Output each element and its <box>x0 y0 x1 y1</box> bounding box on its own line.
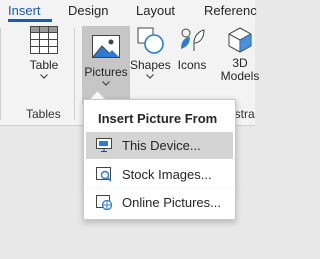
icons-button-label: Icons <box>177 58 207 72</box>
shapes-button[interactable]: Shapes <box>130 25 171 103</box>
group-separator <box>74 28 75 120</box>
menu-item-this-device[interactable]: This Device... <box>86 132 233 159</box>
device-icon <box>96 138 112 152</box>
shapes-button-label: Shapes <box>130 58 171 72</box>
ribbon-tabs: Insert Design Layout Referenc <box>0 0 257 22</box>
tab-insert[interactable]: Insert <box>8 3 41 18</box>
table-button[interactable]: Table <box>18 25 70 103</box>
online-pictures-icon <box>96 195 113 210</box>
chevron-down-icon <box>102 81 110 86</box>
menu-item-label: This Device... <box>122 138 201 153</box>
3d-models-button[interactable]: 3D Models <box>216 25 264 103</box>
group-separator <box>0 28 1 120</box>
menu-item-label: Online Pictures... <box>122 195 221 210</box>
table-button-label: Table <box>29 58 59 72</box>
tab-design[interactable]: Design <box>68 3 108 18</box>
shapes-icon <box>137 27 164 54</box>
chevron-down-icon <box>40 74 48 79</box>
icons-icon <box>181 28 205 51</box>
pictures-button-label: Pictures <box>84 65 128 79</box>
table-icon <box>30 26 58 54</box>
insert-picture-menu: Insert Picture From This Device... Stock… <box>83 99 236 191</box>
pictures-button[interactable]: Pictures <box>82 26 130 104</box>
insert-picture-menu-lower: Online Pictures... <box>83 189 236 220</box>
tab-layout[interactable]: Layout <box>136 3 175 18</box>
stock-images-icon <box>96 167 112 182</box>
tables-group-label: Tables <box>26 107 61 121</box>
3d-models-label-line2: Models <box>220 69 260 83</box>
pictures-icon <box>92 35 120 58</box>
tab-references[interactable]: Referenc <box>204 3 257 18</box>
3d-cube-icon <box>228 27 252 53</box>
chevron-down-icon <box>146 74 154 79</box>
menu-item-label: Stock Images... <box>122 167 212 182</box>
icons-button[interactable]: Icons <box>173 25 211 103</box>
menu-header: Insert Picture From <box>98 111 218 126</box>
menu-item-online-pictures[interactable]: Online Pictures... <box>86 189 233 216</box>
menu-item-stock-images[interactable]: Stock Images... <box>86 161 233 188</box>
